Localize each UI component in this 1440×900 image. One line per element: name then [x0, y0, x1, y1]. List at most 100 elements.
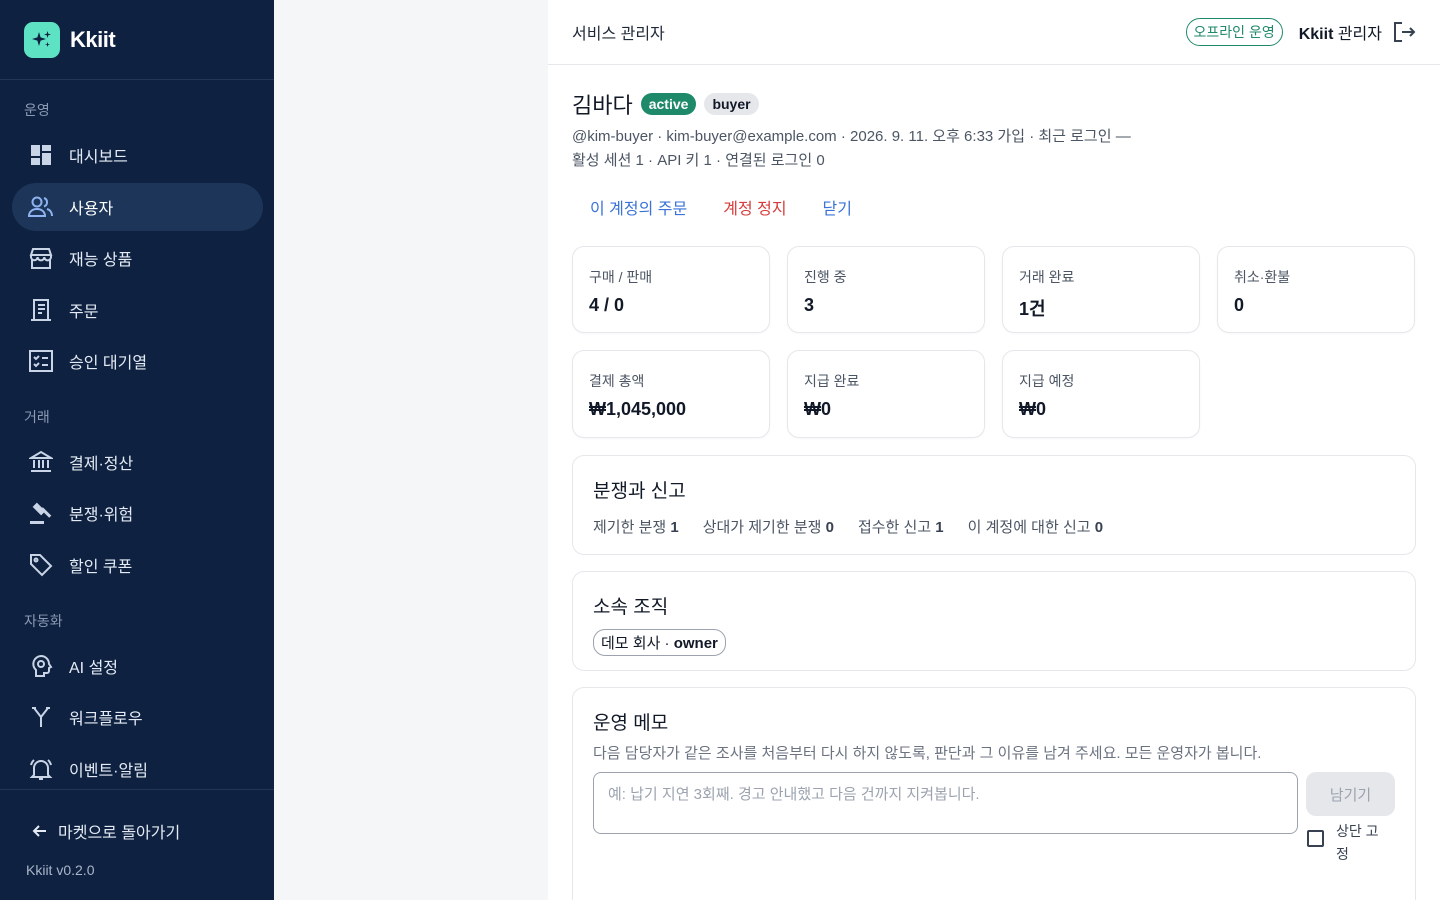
stat-card-paid-out: 지급 완료 ₩0: [787, 350, 985, 438]
dispute-stat: 이 계정에 대한 신고 0: [968, 516, 1103, 537]
pin-checkbox[interactable]: [1307, 830, 1324, 847]
sparkle-logo-icon: [24, 21, 60, 58]
sidebar-item-label: 승인 대기열: [69, 355, 148, 372]
dispute-stat-value: 0: [1094, 519, 1104, 536]
user-actions: 이 계정의 주문 계정 정지 닫기: [572, 191, 870, 223]
sidebar-item-label: 사용자: [69, 201, 114, 218]
sidebar-item-workflow[interactable]: 워크플로우: [12, 693, 263, 741]
bank-icon: [28, 449, 54, 475]
stat-value: 4 / 0: [589, 295, 625, 315]
sidebar-item-approval-queue[interactable]: 승인 대기열: [12, 337, 263, 385]
bell-icon: [28, 756, 54, 782]
sidebar-item-label: 이벤트·알림: [69, 763, 148, 780]
workflow-icon: [28, 704, 54, 730]
offline-mode-badge: 오프라인 운영: [1185, 18, 1283, 46]
stat-label: 지급 예정: [1019, 373, 1075, 389]
sidebar-item-events[interactable]: 이벤트·알림: [12, 745, 263, 793]
close-button[interactable]: 닫기: [805, 195, 870, 219]
dispute-stat-value: 1: [670, 519, 679, 536]
approval-icon: [28, 348, 54, 374]
organization-title: 소속 조직: [593, 597, 669, 618]
stat-value: ₩0: [804, 399, 831, 419]
stat-label: 결제 총액: [589, 373, 645, 389]
sidebar-item-label: 대시보드: [69, 149, 128, 166]
sidebar-item-ai-settings[interactable]: AI 설정: [12, 642, 263, 690]
sidebar-item-label: 주문: [69, 304, 99, 321]
section-label-trade: 거래: [24, 409, 50, 425]
main-content: 서비스 관리자 오프라인 운영 Kkiit 관리자 김바다 active buy…: [548, 0, 1440, 900]
stat-card-purchase-sale: 구매 / 판매 4 / 0: [572, 246, 770, 333]
sidebar-item-products[interactable]: 재능 상품: [12, 234, 263, 282]
stat-value: 1건: [1019, 299, 1046, 319]
sidebar-item-label: 재능 상품: [69, 252, 133, 269]
sidebar-footer-divider: [0, 789, 274, 790]
admin-brand: Kkiit: [1298, 26, 1334, 43]
dispute-stat: 접수한 신고 1: [858, 516, 944, 537]
memo-input[interactable]: [593, 772, 1298, 834]
role-badge: buyer: [704, 93, 759, 115]
sidebar-item-orders[interactable]: 주문: [12, 286, 263, 334]
logout-icon[interactable]: [1392, 20, 1416, 44]
pin-option[interactable]: 상단 고정: [1307, 820, 1386, 866]
back-to-market-label: 마켓으로 돌아가기: [58, 825, 181, 842]
stat-card-payment-total: 결제 총액 ₩1,045,000: [572, 350, 770, 438]
admin-role: 관리자: [1333, 26, 1382, 43]
sidebar-item-coupons[interactable]: 할인 쿠폰: [12, 541, 263, 589]
user-header: 김바다 active buyer: [572, 88, 759, 120]
brand-name: Kkiit: [70, 26, 116, 52]
sidebar-item-dashboard[interactable]: 대시보드: [12, 131, 263, 179]
disputes-panel: 분쟁과 신고 제기한 분쟁 1 상대가 제기한 분쟁 0 접수한 신고 1 이 …: [572, 455, 1416, 555]
dispute-stat-label: 이 계정에 대한 신고: [967, 519, 1091, 536]
stat-label: 지급 완료: [804, 373, 860, 389]
dispute-stat-value: 1: [935, 519, 944, 536]
sidebar-item-label: 워크플로우: [69, 711, 143, 728]
section-label-ops: 운영: [24, 102, 50, 118]
user-session-line: 활성 세션 1 · API 키 1 · 연결된 로그인 0: [572, 152, 825, 169]
store-icon: [28, 245, 54, 271]
memo-description: 다음 담당자가 같은 조사를 처음부터 다시 하지 않도록, 판단과 그 이유를…: [593, 745, 1262, 762]
sidebar: Kkiit 운영 대시보드 사용자 재능 상품 주문 승인 대기열 거래 결제·…: [0, 0, 274, 900]
account-orders-link[interactable]: 이 계정의 주문: [572, 195, 705, 219]
receipt-icon: [28, 297, 54, 323]
suspend-account-button[interactable]: 계정 정지: [705, 195, 804, 219]
stat-card-cancel-refund: 취소·환불 0: [1217, 246, 1415, 333]
organization-role: owner: [673, 635, 718, 652]
disputes-title: 분쟁과 신고: [593, 481, 686, 502]
stat-label: 구매 / 판매: [589, 269, 653, 285]
stat-value: ₩0: [1019, 399, 1046, 419]
sidebar-item-label: AI 설정: [69, 660, 119, 677]
admin-name: Kkiit 관리자: [1299, 20, 1382, 44]
stat-value: ₩1,045,000: [589, 399, 687, 419]
disputes-summary: 제기한 분쟁 1 상대가 제기한 분쟁 0 접수한 신고 1 이 계정에 대한 …: [593, 516, 1395, 537]
dispute-stat: 상대가 제기한 분쟁 0: [703, 516, 834, 537]
brand[interactable]: Kkiit: [0, 0, 274, 80]
stat-card-completed: 거래 완료 1건: [1002, 246, 1200, 333]
sidebar-item-payments[interactable]: 결제·정산: [12, 438, 263, 486]
section-label-automation: 자동화: [24, 613, 63, 629]
dispute-stat: 제기한 분쟁 1: [593, 516, 679, 537]
status-badge: active: [640, 93, 697, 115]
stat-card-payout-scheduled: 지급 예정 ₩0: [1002, 350, 1200, 438]
organization-chip[interactable]: 데모 회사 · owner: [593, 629, 726, 656]
gavel-icon: [28, 500, 54, 526]
dispute-stat-label: 접수한 신고: [857, 519, 932, 536]
dispute-stat-label: 제기한 분쟁: [593, 519, 667, 536]
users-icon: [28, 194, 54, 220]
topbar: 서비스 관리자 오프라인 운영 Kkiit 관리자: [548, 0, 1440, 65]
sidebar-item-label: 할인 쿠폰: [69, 559, 133, 576]
ai-settings-icon: [28, 653, 54, 679]
tag-icon: [28, 552, 54, 578]
memo-panel: 운영 메모 다음 담당자가 같은 조사를 처음부터 다시 하지 않도록, 판단과…: [572, 687, 1416, 900]
sidebar-item-users[interactable]: 사용자: [12, 183, 263, 231]
organization-name: 데모 회사 ·: [601, 635, 674, 652]
dispute-stat-value: 0: [825, 519, 834, 536]
stat-label: 거래 완료: [1019, 269, 1075, 285]
back-to-market-link[interactable]: 마켓으로 돌아가기: [32, 819, 180, 843]
user-name: 김바다: [572, 93, 633, 118]
stat-label: 진행 중: [804, 269, 847, 285]
memo-submit-button[interactable]: 남기기: [1306, 772, 1395, 816]
stat-value: 3: [804, 295, 815, 315]
arrow-left-icon: [32, 823, 48, 839]
sidebar-item-disputes[interactable]: 분쟁·위험: [12, 489, 263, 537]
sidebar-item-label: 분쟁·위험: [69, 507, 134, 524]
